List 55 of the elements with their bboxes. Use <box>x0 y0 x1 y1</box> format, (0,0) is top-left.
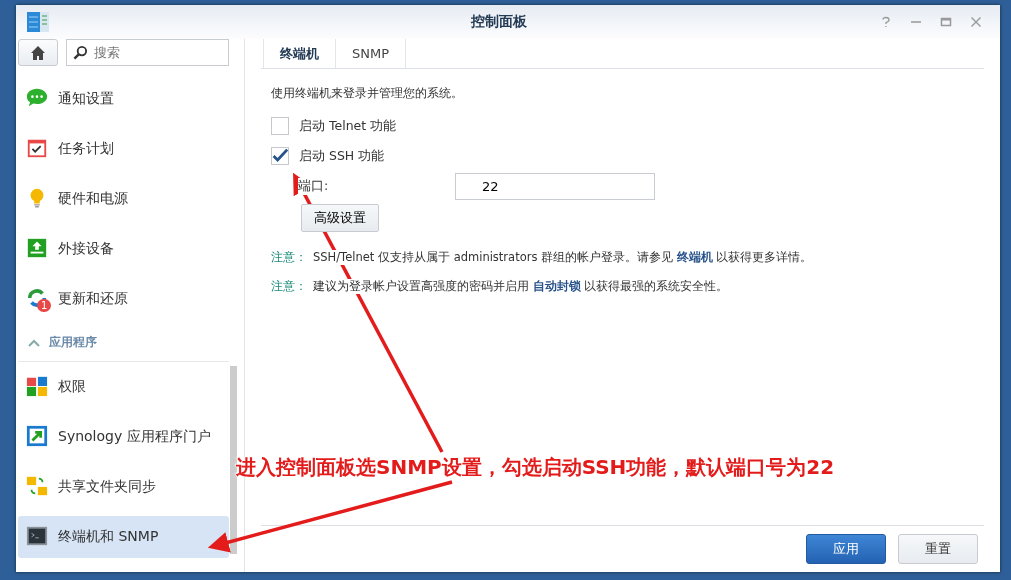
upload-icon <box>26 237 48 259</box>
sidebar-item[interactable]: 权限 <box>18 362 229 412</box>
item-label: 共享文件夹同步 <box>58 478 156 496</box>
sidebar-item[interactable]: Synology 应用程序门户 <box>18 412 229 462</box>
control-panel-icon <box>26 10 50 34</box>
notification-badge: 1 <box>37 299 52 312</box>
link[interactable]: 终端机 <box>676 250 713 264</box>
portal-arrow-icon <box>26 425 48 447</box>
chat-bubble-icon <box>26 87 48 109</box>
item-label: 任务计划 <box>58 140 114 158</box>
apply-button[interactable]: 应用 <box>806 534 886 564</box>
link[interactable]: 自动封锁 <box>532 279 581 293</box>
scrollbar[interactable] <box>230 366 237 554</box>
search-icon <box>73 45 88 60</box>
search-field[interactable]: 搜索 <box>66 39 229 66</box>
home-icon <box>30 44 46 61</box>
item-label: 通知设置 <box>58 90 114 108</box>
advanced-settings-button[interactable]: 高级设置 <box>301 204 379 232</box>
permission-tiles-icon <box>26 375 48 397</box>
window-title: 控制面板 <box>470 13 528 31</box>
maximize-icon[interactable] <box>940 16 952 28</box>
checkbox[interactable] <box>271 147 289 165</box>
sidebar-item[interactable]: 通知设置 <box>18 74 244 124</box>
sidebar-item[interactable]: 1 更新和还原 <box>18 274 244 324</box>
sidebar-item[interactable]: 共享文件夹同步 <box>18 462 229 512</box>
item-label: 硬件和电源 <box>58 190 128 208</box>
port-field[interactable]: 22 <box>455 172 655 200</box>
calendar-icon <box>26 137 48 159</box>
help-icon[interactable] <box>880 16 892 28</box>
tab[interactable]: SNMP <box>336 39 407 68</box>
sidebar-item[interactable]: 外接设备 <box>18 224 244 274</box>
sidebar-item[interactable]: 任务计划 <box>18 124 244 174</box>
search-input[interactable]: 搜索 <box>92 44 212 61</box>
item-label: 外接设备 <box>58 240 114 258</box>
close-icon[interactable] <box>970 16 982 28</box>
item-label: 更新和还原 <box>58 290 128 308</box>
note-label: 注意： <box>271 250 307 265</box>
description-text: 使用终端机来登录并管理您的系统。 <box>271 85 464 102</box>
tab[interactable]: 终端机 <box>263 39 336 68</box>
note-label: 注意： <box>271 279 307 294</box>
reset-button[interactable]: 重置 <box>898 534 978 564</box>
sidebar-item[interactable]: 硬件和电源 <box>18 174 244 224</box>
sidebar-item[interactable]: 终端机和 SNMP <box>18 516 229 558</box>
folder-sync-icon <box>26 475 48 497</box>
item-label: 终端机和 SNMP <box>58 528 159 546</box>
checkbox[interactable] <box>271 117 289 135</box>
section-header[interactable]: 应用程序 <box>18 324 229 362</box>
terminal-icon <box>26 525 48 547</box>
section-label: 应用程序 <box>49 334 97 351</box>
home-button[interactable] <box>18 39 58 66</box>
checkbox-label: 启动 SSH 功能 <box>299 147 385 165</box>
checkbox-label: 启动 Telnet 功能 <box>299 117 397 135</box>
annotation-text: 进入控制面板选SNMP设置，勾选启动SSH功能，默认端口号为22 <box>236 454 835 481</box>
item-label: Synology 应用程序门户 <box>58 428 211 446</box>
item-label: 权限 <box>58 378 86 396</box>
